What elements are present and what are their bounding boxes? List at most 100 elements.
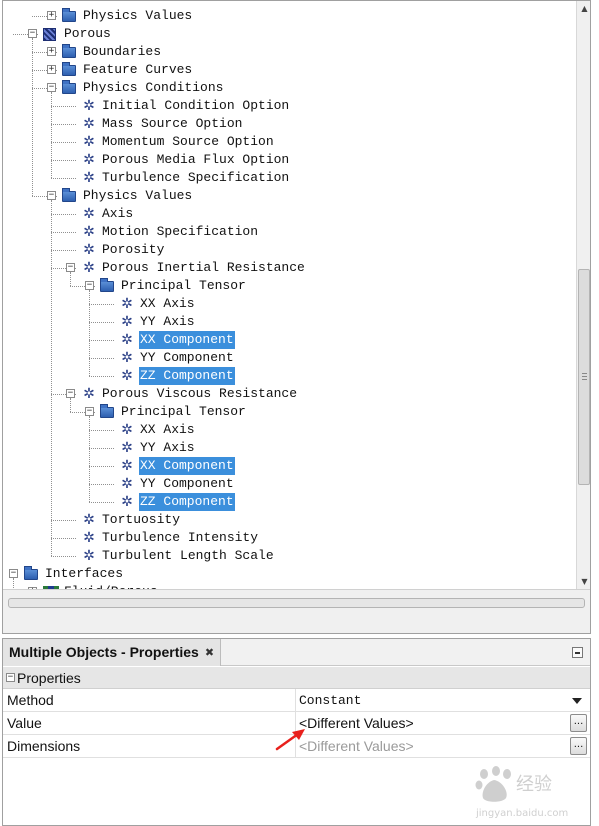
tree-node-label: Axis <box>102 206 134 221</box>
tree-node-label: Momentum Source Option <box>102 134 274 149</box>
tree-node-label: Porous <box>64 26 111 41</box>
physics-node-icon: ✲ <box>121 296 133 312</box>
tree-node-label: XX Component <box>139 331 235 349</box>
collapse-toggle-icon[interactable]: − <box>85 407 94 416</box>
ellipsis-button[interactable]: ... <box>570 714 587 732</box>
tree-horizontal-scroll-area <box>3 589 590 633</box>
physics-node-icon: ✲ <box>83 530 95 546</box>
folder-icon <box>62 80 76 94</box>
tree-connector-line <box>89 430 114 431</box>
tree-guide-line <box>89 290 90 376</box>
annotation-arrow-icon <box>275 729 305 751</box>
physics-node-icon: ✲ <box>121 422 133 438</box>
collapse-toggle-icon[interactable]: − <box>66 263 75 272</box>
tree-connector-line <box>89 502 114 503</box>
section-label: Properties <box>17 670 81 686</box>
tree-node-label: Porosity <box>102 242 165 257</box>
tree-node-label: Boundaries <box>83 44 162 59</box>
physics-node-icon: ✲ <box>83 134 95 150</box>
property-name: Dimensions <box>7 738 81 754</box>
expand-toggle-icon[interactable]: + <box>47 65 56 74</box>
tree-connector-line <box>89 358 114 359</box>
tree-node-label: Initial Condition Option <box>102 98 290 113</box>
property-value[interactable]: Constant <box>299 689 361 712</box>
physics-node-icon: ✲ <box>83 152 95 168</box>
collapse-toggle-icon[interactable]: − <box>85 281 94 290</box>
collapse-toggle-icon[interactable]: − <box>47 191 56 200</box>
tree-connector-line <box>51 214 76 215</box>
tree-node-label: Physics Values <box>83 188 193 203</box>
tree-node-label: XX Axis <box>140 296 195 311</box>
physics-node-icon: ✲ <box>83 206 95 222</box>
property-value[interactable]: <Different Values> <box>299 735 414 758</box>
tree-node-label: Porous Viscous Resistance <box>102 386 298 401</box>
horizontal-scrollbar[interactable] <box>8 598 585 608</box>
tree-guide-line <box>51 92 52 178</box>
folder-icon <box>100 278 114 292</box>
collapse-toggle-icon[interactable]: − <box>47 83 56 92</box>
folder-icon <box>100 404 114 418</box>
tree-connector-line <box>51 124 76 125</box>
scroll-down-arrow-icon[interactable]: ▼ <box>577 574 590 589</box>
tree-node-label: XX Axis <box>140 422 195 437</box>
tree-connector-line <box>89 466 114 467</box>
tree-node-label: Motion Specification <box>102 224 259 239</box>
property-name: Method <box>7 692 54 708</box>
tree-node-label: Principal Tensor <box>121 404 246 419</box>
physics-node-icon: ✲ <box>83 170 95 186</box>
collapse-toggle-icon[interactable]: − <box>66 389 75 398</box>
collapse-toggle-icon[interactable]: − <box>6 673 15 682</box>
ellipsis-button[interactable]: ... <box>570 737 587 755</box>
property-row-method[interactable]: Method Constant <box>3 689 590 712</box>
tree-vertical-scrollbar[interactable]: ▲ ▼ <box>576 1 590 589</box>
scroll-up-arrow-icon[interactable]: ▲ <box>577 1 590 16</box>
tree-node-label: ZZ Component <box>139 493 235 511</box>
expand-toggle-icon[interactable]: + <box>47 47 56 56</box>
region-icon <box>43 28 56 41</box>
tree-guide-line <box>70 398 71 412</box>
tree-node-label: Mass Source Option <box>102 116 243 131</box>
tree-node-label: Turbulent Length Scale <box>102 548 274 563</box>
tree-guide-line <box>89 416 90 502</box>
tree-guide-line <box>51 200 52 556</box>
tree-connector-line <box>51 538 76 539</box>
tree-node-label: Physics Conditions <box>83 80 224 95</box>
tree-guide-line <box>32 38 33 196</box>
collapse-toggle-icon[interactable]: − <box>9 569 18 578</box>
tree-connector-line <box>51 142 76 143</box>
collapse-toggle-icon[interactable]: − <box>28 29 37 38</box>
tree-node-label: YY Component <box>140 350 234 365</box>
minimize-icon[interactable] <box>572 647 583 658</box>
tree-connector-line <box>51 556 76 557</box>
tree-node-label: Tortuosity <box>102 512 181 527</box>
property-name: Value <box>7 715 42 731</box>
physics-node-icon: ✲ <box>83 116 95 132</box>
dropdown-arrow-icon[interactable] <box>572 698 582 704</box>
physics-node-icon: ✲ <box>83 548 95 564</box>
tree-connector-line <box>51 520 76 521</box>
physics-node-icon: ✲ <box>121 332 133 348</box>
properties-section-header[interactable]: − Properties <box>3 667 590 689</box>
tree-node-label: YY Axis <box>140 440 195 455</box>
physics-node-icon: ✲ <box>121 368 133 384</box>
close-icon[interactable]: ✖ <box>205 639 214 666</box>
tree-node-label: Interfaces <box>45 566 124 581</box>
properties-header: Multiple Objects - Properties ✖ <box>3 639 590 666</box>
folder-icon <box>24 566 38 580</box>
tree-connector-line <box>89 304 114 305</box>
tree-connector-line <box>51 160 76 161</box>
expand-toggle-icon[interactable]: + <box>47 11 56 20</box>
properties-title: Multiple Objects - Properties <box>9 644 199 660</box>
physics-node-icon: ✲ <box>121 458 133 474</box>
property-value[interactable]: <Different Values> <box>299 712 414 735</box>
properties-tab[interactable]: Multiple Objects - Properties ✖ <box>3 639 222 666</box>
tree-connector-line <box>51 250 76 251</box>
vertical-scroll-thumb[interactable] <box>578 269 590 485</box>
physics-node-icon: ✲ <box>121 314 133 330</box>
physics-node-icon: ✲ <box>121 476 133 492</box>
tree-node-label: YY Axis <box>140 314 195 329</box>
folder-icon <box>62 44 76 58</box>
tree-connector-line <box>51 232 76 233</box>
physics-node-icon: ✲ <box>83 242 95 258</box>
physics-node-icon: ✲ <box>83 512 95 528</box>
